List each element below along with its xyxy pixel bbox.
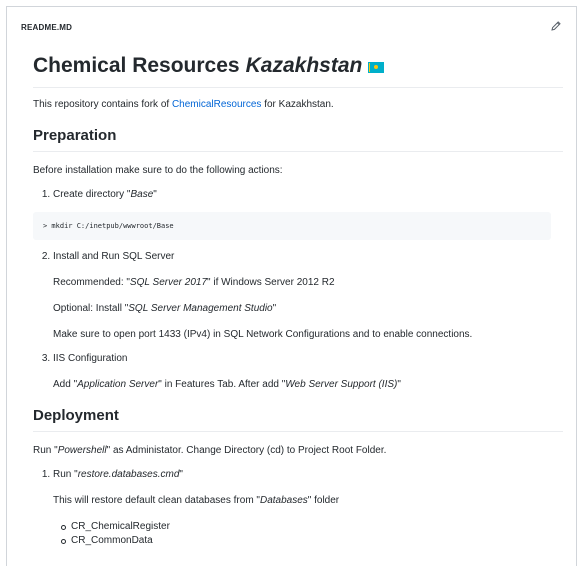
step-text: Create directory ": [53, 189, 131, 200]
deploy-suffix: " as Administator. Change Directory (cd)…: [106, 445, 387, 456]
list-item: CR_CommonData: [61, 534, 563, 548]
step-emphasis: Base: [130, 189, 154, 200]
list-item: CR_ChemicalRegister: [61, 520, 563, 534]
recommended-suffix: " if Windows Server 2012 R2: [207, 277, 335, 288]
iis-emphasis-1: Application Server: [77, 379, 159, 390]
intro-suffix: for Kazakhstan.: [261, 99, 334, 110]
deploy-prefix: Run ": [33, 445, 58, 456]
intro-paragraph: This repository contains fork of Chemica…: [33, 98, 563, 112]
restore-prefix: This will restore default clean database…: [53, 495, 260, 506]
readme-header: README.MD: [7, 7, 576, 43]
deploy-emphasis: Powershell: [57, 445, 107, 456]
chemicalresources-link[interactable]: ChemicalResources: [172, 99, 261, 110]
title-text: Chemical Resources: [33, 54, 240, 77]
list-item: Install and Run SQL Server Recommended: …: [53, 250, 563, 342]
iis-mid: " in Features Tab. After add ": [158, 379, 286, 390]
step-text: IIS Configuration: [53, 353, 128, 364]
heading-preparation: Preparation: [33, 126, 563, 152]
list-item: IIS Configuration Add "Application Serve…: [53, 352, 563, 392]
recommended-text: Recommended: "SQL Server 2017" if Window…: [53, 276, 563, 290]
preparation-text: Before installation make sure to do the …: [33, 165, 283, 176]
file-title: README.MD: [21, 23, 73, 32]
title-emphasis: Kazakhstan: [245, 54, 363, 77]
code-block: > mkdir C:/inetpub/wwwroot/Base: [33, 212, 551, 240]
deployment-text: Run "Powershell" as Administator. Change…: [33, 444, 563, 458]
database-list: CR_ChemicalRegister CR_CommonData: [53, 520, 563, 548]
readme-title: Chemical Resources Kazakhstan: [33, 51, 563, 88]
list-item: Create directory "Base" > mkdir C:/inetp…: [33, 188, 563, 240]
list-item: Run "restore.databases.cmd" This will re…: [53, 468, 563, 548]
port-text: Make sure to open port 1433 (IPv4) in SQ…: [53, 329, 473, 340]
heading-deployment: Deployment: [33, 406, 563, 432]
step-text: Install and Run SQL Server: [53, 251, 175, 262]
kazakhstan-flag-icon: [368, 62, 385, 73]
optional-text: Optional: Install "SQL Server Management…: [53, 302, 563, 316]
iis-suffix: ": [397, 379, 401, 390]
optional-suffix: ": [272, 303, 277, 314]
restore-emphasis: Databases: [259, 495, 308, 506]
optional-prefix: Optional: Install ": [53, 303, 129, 314]
restore-text: This will restore default clean database…: [53, 494, 563, 508]
recommended-prefix: Recommended: ": [53, 277, 130, 288]
pencil-icon[interactable]: [550, 20, 562, 32]
readme-panel: README.MD Chemical Resources Kazakhstan …: [6, 6, 577, 566]
step-text: ": [179, 469, 183, 480]
iis-emphasis-2: Web Server Support (IIS): [285, 379, 398, 390]
intro-prefix: This repository contains fork of: [33, 99, 172, 110]
recommended-emphasis: SQL Server 2017: [129, 277, 208, 288]
step-text: Run ": [53, 469, 78, 480]
step-text: ": [153, 189, 157, 200]
readme-content: Chemical Resources Kazakhstan This repos…: [33, 51, 563, 548]
optional-emphasis: SQL Server Management Studio: [128, 303, 273, 314]
iis-prefix: Add ": [53, 379, 78, 390]
preparation-steps: Create directory "Base" > mkdir C:/inetp…: [33, 188, 563, 392]
step-emphasis: restore.databases.cmd: [77, 469, 180, 480]
restore-suffix: " folder: [307, 495, 340, 506]
deployment-steps: Run "restore.databases.cmd" This will re…: [33, 468, 563, 548]
iis-text: Add "Application Server" in Features Tab…: [53, 378, 563, 392]
